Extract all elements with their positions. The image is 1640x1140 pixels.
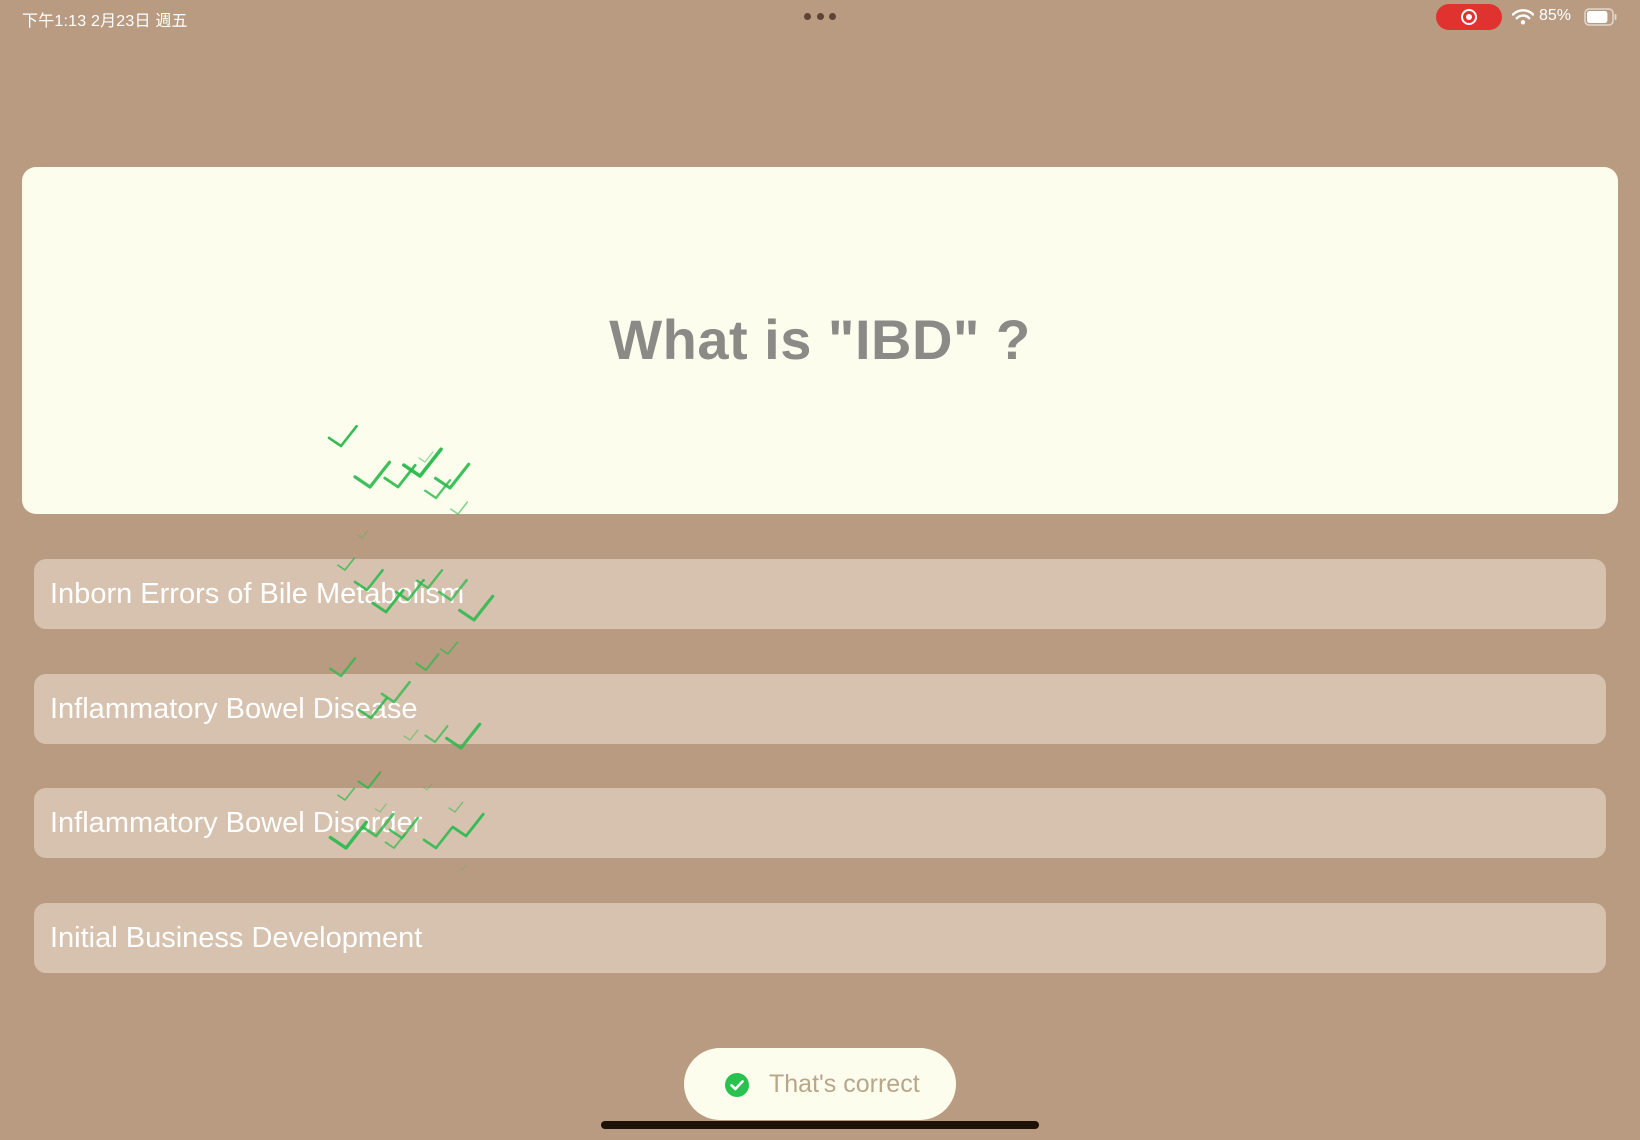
answer-option-3[interactable]: Inflammatory Bowel Disorder: [34, 788, 1606, 858]
answer-option-4[interactable]: Initial Business Development: [34, 903, 1606, 973]
question-card: What is "IBD" ?: [22, 167, 1618, 514]
status-time-date: 下午1:13 2月23日 週五: [22, 13, 188, 30]
answer-label: Inflammatory Bowel Disease: [50, 693, 418, 725]
battery-percentage: 85%: [1539, 7, 1572, 24]
checkmark-icon: [440, 641, 459, 655]
checkmark-icon: [357, 771, 382, 790]
record-icon: [1461, 9, 1477, 25]
toast-message: That's correct: [769, 1070, 920, 1098]
checkmark-icon: [357, 530, 368, 539]
wifi-icon: [1512, 9, 1534, 25]
question-text: What is "IBD" ?: [609, 308, 1031, 371]
correct-toast: That's correct: [684, 1048, 956, 1120]
home-indicator[interactable]: [601, 1121, 1039, 1129]
answer-label: Initial Business Development: [50, 922, 423, 954]
answer-option-2[interactable]: Inflammatory Bowel Disease: [34, 674, 1606, 744]
status-bar: 下午1:13 2月23日 週五 85%: [0, 0, 1640, 34]
dot: [829, 13, 836, 20]
battery-icon: [1584, 8, 1617, 26]
dot: [804, 13, 811, 20]
multitasking-dots[interactable]: [804, 13, 836, 21]
checkmark-circle-icon: [725, 1073, 749, 1097]
dot: [816, 13, 824, 20]
answer-option-1[interactable]: Inborn Errors of Bile Metabolism: [34, 559, 1606, 629]
checkmark-icon: [415, 653, 440, 672]
answer-label: Inborn Errors of Bile Metabolism: [50, 578, 465, 610]
answer-label: Inflammatory Bowel Disorder: [50, 807, 423, 839]
checkmark-icon: [458, 864, 467, 871]
screen-recording-indicator[interactable]: [1436, 4, 1502, 30]
